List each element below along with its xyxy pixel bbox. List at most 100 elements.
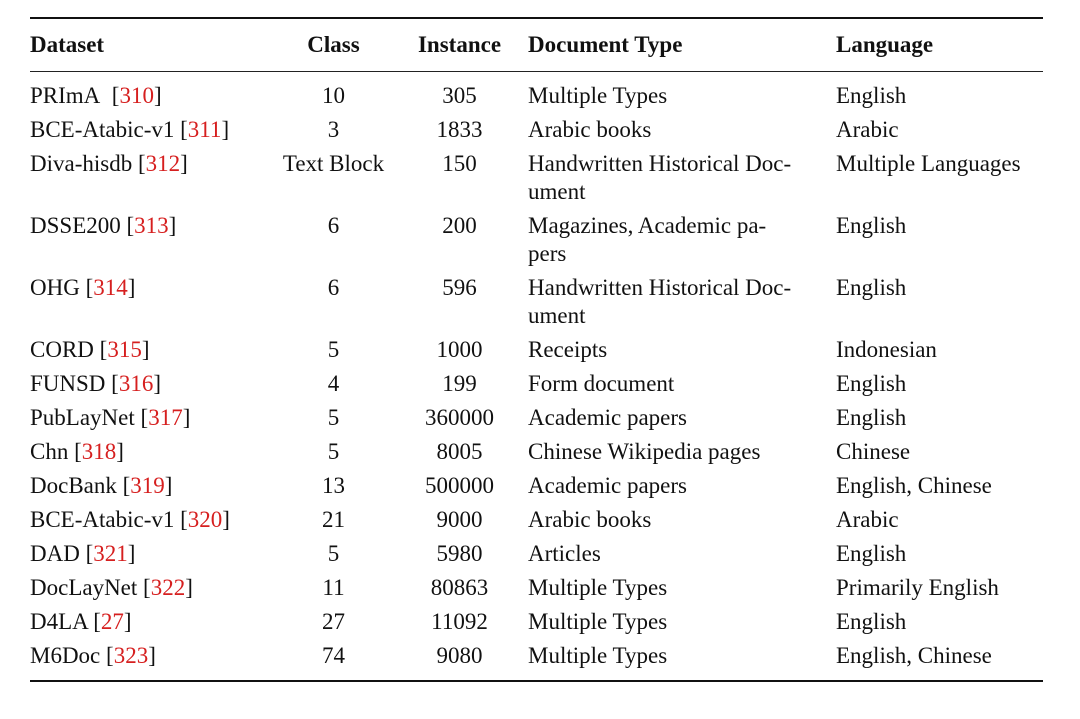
dataset-name: BCE-Atabic-v1 xyxy=(30,117,175,142)
citation-link[interactable]: 310 xyxy=(119,83,154,108)
cell-document-type: Academic papers xyxy=(528,405,688,430)
dataset-name: FUNSD xyxy=(30,371,106,396)
cell-dataset: D4LA [27] xyxy=(30,609,132,634)
cell-document-type: Form document xyxy=(528,371,675,396)
table-row: PubLayNet [317] 5 360000 Academic papers Eng… xyxy=(30,404,1043,438)
table-row: BCE-Atabic-v1 [320] 21 9000 Arabic books Ara… xyxy=(30,506,1043,540)
cell-language: English xyxy=(836,213,907,238)
cell-dataset: M6Doc [323] xyxy=(30,643,156,668)
header-class: Class xyxy=(307,32,360,57)
dataset-name: Diva-hisdb xyxy=(30,151,133,176)
table-row: DAD [321] 5 5980 Articles English xyxy=(30,540,1043,574)
cell-instance: 80863 xyxy=(430,575,489,600)
dataset-name: OHG xyxy=(30,275,80,300)
table-row: CORD [315] 5 1000 Receipts Indonesian xyxy=(30,336,1043,370)
cell-document-type: Arabic books xyxy=(528,117,652,142)
table-row: PRImA [310] 10 305 Multiple Types English xyxy=(30,72,1043,116)
cell-class: 5 xyxy=(327,541,340,566)
cell-dataset: FUNSD [316] xyxy=(30,371,162,396)
table-row: OHG [314] 6 596 Handwritten Historical Doc-… xyxy=(30,274,1043,336)
dataset-name: PubLayNet xyxy=(30,405,135,430)
citation-link[interactable]: 313 xyxy=(134,213,169,238)
dataset-table: Dataset Class Instance Document Type Lan… xyxy=(30,17,1043,682)
dataset-name: CORD xyxy=(30,337,94,362)
cell-instance: 8005 xyxy=(436,439,483,464)
cell-dataset: Diva-hisdb [312] xyxy=(30,151,188,176)
cell-instance: 1000 xyxy=(436,337,483,362)
table-row: FUNSD [316] 4 199 Form document English xyxy=(30,370,1043,404)
citation-link[interactable]: 312 xyxy=(146,151,181,176)
cell-instance: 5980 xyxy=(436,541,483,566)
header-language: Language xyxy=(836,32,934,57)
citation-link[interactable]: 321 xyxy=(93,541,128,566)
cell-dataset: DocBank [319] xyxy=(30,473,173,498)
cell-class: 11 xyxy=(322,575,345,600)
cell-document-type: Receipts xyxy=(528,337,608,362)
header-document-type: Document Type xyxy=(528,32,683,57)
cell-class: 3 xyxy=(327,117,340,142)
dataset-name: M6Doc xyxy=(30,643,101,668)
cell-document-type: Multiple Types xyxy=(528,83,668,108)
citation-link[interactable]: 317 xyxy=(148,405,183,430)
cell-language: English xyxy=(836,541,907,566)
citation-link[interactable]: 314 xyxy=(93,275,128,300)
cell-instance: 150 xyxy=(442,151,477,176)
cell-instance: 9080 xyxy=(436,643,483,668)
citation-link[interactable]: 27 xyxy=(101,609,124,634)
cell-language: English xyxy=(836,405,907,430)
cell-dataset: DocLayNet [322] xyxy=(30,575,193,600)
cell-language: English, Chinese xyxy=(836,473,992,498)
cell-language: English xyxy=(836,83,907,108)
cell-dataset: CORD [315] xyxy=(30,337,150,362)
cell-class: 10 xyxy=(322,83,345,108)
cell-document-type: Multiple Types xyxy=(528,609,668,634)
cell-document-type: Articles xyxy=(528,541,601,566)
citation-link[interactable]: 311 xyxy=(188,117,222,142)
cell-dataset: DAD [321] xyxy=(30,541,136,566)
cell-document-type: Academic papers xyxy=(528,473,688,498)
cell-language: Chinese xyxy=(836,439,911,464)
dataset-name: DocBank xyxy=(30,473,117,498)
citation-link[interactable]: 315 xyxy=(107,337,142,362)
cell-class: 5 xyxy=(327,337,340,362)
cell-class: 74 xyxy=(322,643,345,668)
dataset-name: BCE-Atabic-v1 xyxy=(30,507,175,532)
cell-dataset: BCE-Atabic-v1 [311] xyxy=(30,117,230,142)
cell-class: 6 xyxy=(327,213,340,238)
table-row: BCE-Atabic-v1 [311] 3 1833 Arabic books Arab… xyxy=(30,116,1043,150)
cell-language: Arabic xyxy=(836,507,899,532)
dataset-name: DocLayNet xyxy=(30,575,138,600)
citation-link[interactable]: 316 xyxy=(119,371,154,396)
table-row: DocBank [319] 13 500000 Academic papers Engl… xyxy=(30,472,1043,506)
citation-link[interactable]: 318 xyxy=(82,439,117,464)
citation-link[interactable]: 319 xyxy=(130,473,165,498)
table-row: Diva-hisdb [312] Text Block 150 Handwritten… xyxy=(30,150,1043,212)
dataset-name: DSSE200 xyxy=(30,213,121,238)
citation-link[interactable]: 323 xyxy=(114,643,149,668)
cell-instance: 9000 xyxy=(436,507,483,532)
cell-language: Multiple Languages xyxy=(836,151,1021,176)
citation-link[interactable]: 322 xyxy=(151,575,186,600)
table-row: DSSE200 [313] 6 200 Magazines, Academic pa-… xyxy=(30,212,1043,274)
cell-instance: 200 xyxy=(442,213,477,238)
citation-link[interactable]: 320 xyxy=(188,507,223,532)
cell-instance: 11092 xyxy=(431,609,488,634)
cell-instance: 1833 xyxy=(436,117,483,142)
cell-dataset: OHG [314] xyxy=(30,275,136,300)
dataset-name: D4LA xyxy=(30,609,88,634)
cell-class: 6 xyxy=(327,275,340,300)
cell-language: English xyxy=(836,275,907,300)
cell-dataset: PubLayNet [317] xyxy=(30,405,191,430)
cell-instance: 305 xyxy=(442,83,477,108)
cell-instance: 596 xyxy=(442,275,477,300)
header-instance: Instance xyxy=(417,32,502,57)
cell-language: English xyxy=(836,371,907,396)
dataset-name: DAD xyxy=(30,541,80,566)
cell-instance: 500000 xyxy=(425,473,494,498)
cell-class: 21 xyxy=(322,507,345,532)
cell-document-type: Arabic books xyxy=(528,507,652,532)
cell-instance: 199 xyxy=(442,371,477,396)
cell-language: Arabic xyxy=(836,117,899,142)
cell-language: Primarily English xyxy=(836,575,999,600)
cell-instance: 360000 xyxy=(425,405,494,430)
